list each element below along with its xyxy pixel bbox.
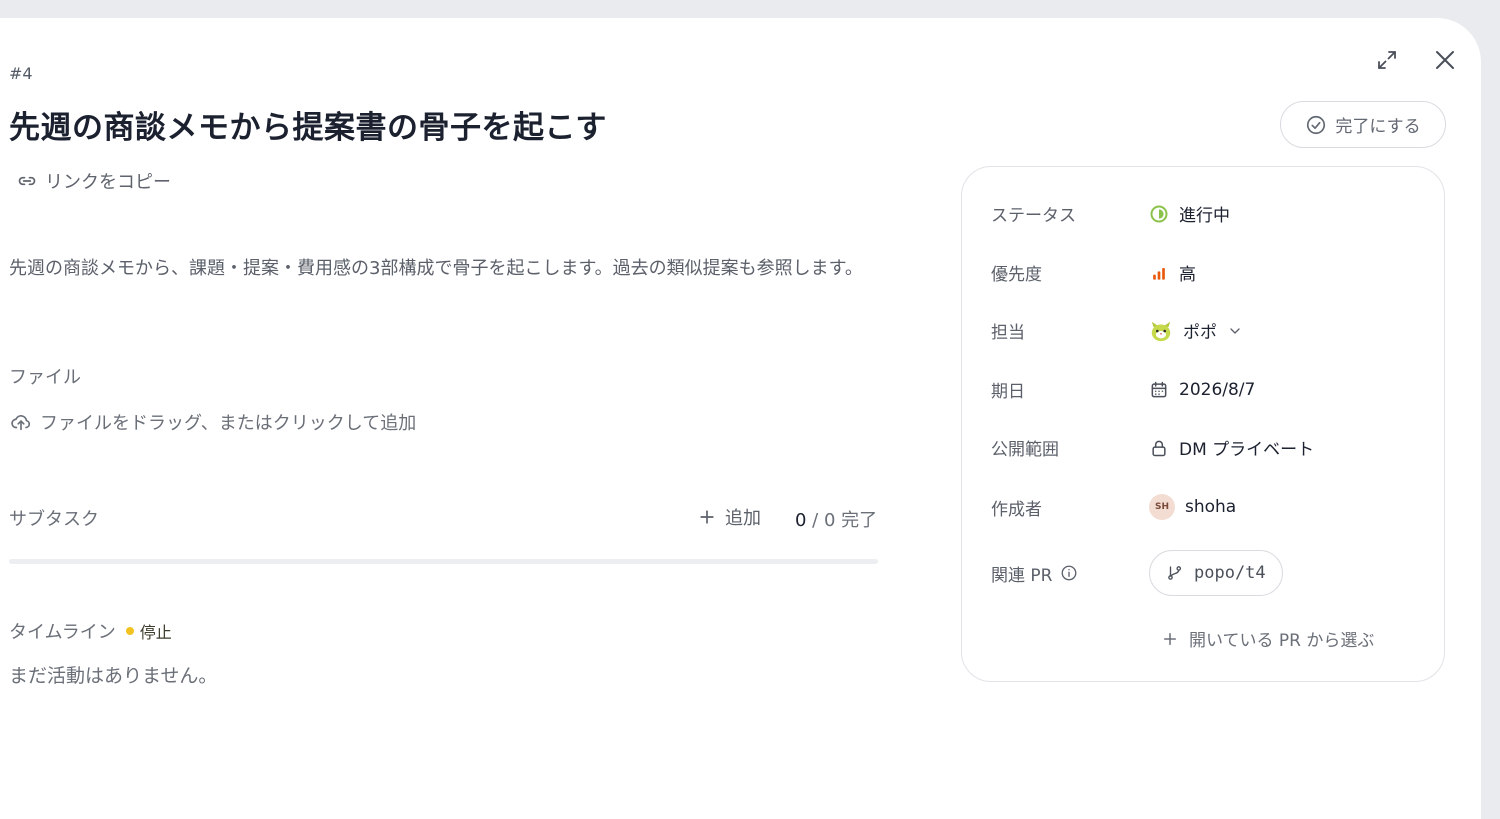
files-section-label: ファイル [9,367,81,388]
plus-icon [700,510,714,524]
plus-icon [1164,632,1176,645]
visibility-row: 公開範囲 DM プライベート [991,435,1314,460]
related-pr-label: 関連 PR [991,561,1149,586]
creator-label: 作成者 [991,499,1042,520]
assignee-select[interactable]: ポポ [1149,318,1243,343]
file-dropzone[interactable]: ファイルをドラッグ、またはクリックして追加 [10,409,416,435]
status-label: ステータス [991,206,1076,226]
subtask-count: 0 / 0 完了 [795,506,877,532]
add-subtask-button[interactable]: 追加 [697,504,761,530]
task-description[interactable]: 先週の商談メモから、課題・提案・費用感の3部構成で骨子を起こします。過去の類似提… [9,254,889,284]
task-detail-panel: #4 先週の商談メモから提案書の骨子を起こす リンクをコピー 完了にする 先週の… [0,18,1481,819]
add-subtask-label: 追加 [725,508,761,529]
status-select[interactable]: 進行中 [1149,201,1230,226]
assignee-label: 担当 [991,323,1025,343]
visibility-label: 公開範囲 [991,440,1059,460]
signal-bars-icon [1153,267,1165,280]
empty-activity-text: まだ活動はありません。 [9,665,218,687]
copy-link-label: リンクをコピー [45,172,171,193]
creator-avatar: SH [1149,494,1175,520]
visibility-select[interactable]: DM プライベート [1149,435,1314,460]
creator-value: shoha [1185,497,1237,517]
due-date-label: 期日 [991,382,1025,402]
priority-value: 高 [1179,265,1196,285]
task-number: #4 [9,64,33,83]
due-date-row: 期日 2026/8/7 [991,377,1255,403]
chevron-down-icon [1230,327,1240,334]
subtask-done-count: 0 [795,510,807,531]
related-pr-value: popo/t4 [1194,563,1266,583]
pick-open-pr-label: 開いている PR から選ぶ [1189,631,1375,651]
timeline-header: タイムライン 停止 [9,618,172,644]
task-title[interactable]: 先週の商談メモから提案書の骨子を起こす [9,102,607,147]
due-date-picker[interactable]: 2026/8/7 [1149,380,1255,400]
expand-icon[interactable] [1375,48,1399,72]
creator-row: 作成者 SH shoha [991,494,1236,520]
info-icon[interactable] [1060,564,1078,582]
link-icon [18,176,36,186]
half-circle-status-icon [1150,205,1168,222]
priority-select[interactable]: 高 [1149,260,1196,285]
assignee-value: ポポ [1183,323,1217,343]
close-icon[interactable] [1433,48,1457,72]
related-pr-chip[interactable]: popo/t4 [1149,550,1283,596]
creator-value-group: SH shoha [1149,494,1236,520]
timeline-status-text: 停止 [139,623,172,642]
properties-card: ステータス 進行中 優先度 高 担当 ポポ 期日 2026/8/7 公開範囲 D… [961,166,1445,682]
due-date-value: 2026/8/7 [1179,379,1256,400]
status-row: ステータス 進行中 [991,201,1230,226]
related-pr-label-text: 関連 PR [991,565,1053,586]
lock-icon [1152,440,1166,456]
timeline-status-badge: 停止 [125,619,172,643]
popo-avatar-icon [1151,321,1171,341]
subtasks-section-label: サブタスク [9,509,99,530]
visibility-value: DM プライベート [1179,440,1315,460]
assignee-row: 担当 ポポ [991,318,1243,343]
calendar-icon [1151,381,1167,397]
check-circle-icon [1307,115,1326,134]
timeline-label: タイムライン [9,622,116,643]
git-branch-icon [1168,566,1182,580]
subtask-progress-bar [9,559,878,564]
status-dot-icon [125,627,134,635]
file-dropzone-label: ファイルをドラッグ、またはクリックして追加 [40,413,417,434]
copy-link-button[interactable]: リンクをコピー [17,168,171,194]
pick-open-pr-button[interactable]: 開いている PR から選ぶ [1161,626,1374,651]
cloud-upload-icon [11,415,31,431]
related-pr-row: 関連 PR popo/t4 [991,550,1283,596]
complete-button[interactable]: 完了にする [1280,101,1446,148]
priority-row: 優先度 高 [991,260,1196,285]
status-value: 進行中 [1179,206,1230,226]
priority-label: 優先度 [991,265,1042,285]
panel-actions [1375,48,1457,72]
subtask-count-rest: / 0 完了 [806,510,878,531]
complete-label: 完了にする [1335,117,1421,137]
